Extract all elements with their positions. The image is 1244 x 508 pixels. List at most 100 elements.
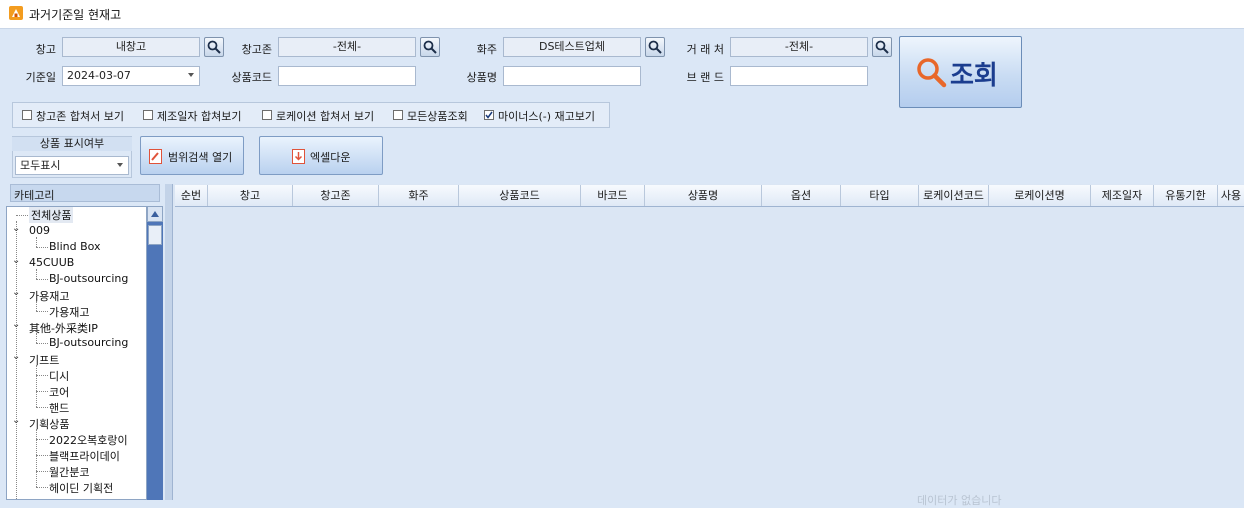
app-logo-icon [9, 6, 23, 20]
col-header-product-name[interactable]: 상품명 [645, 185, 762, 206]
category-tree[interactable]: 전체상품 ⌄ 009 Blind Box ⌄ 45CUUB BJ-outsour… [6, 206, 147, 500]
tree-item[interactable]: BJ-outsourcing [49, 336, 128, 349]
tree-line [36, 343, 48, 344]
tree-line [36, 301, 37, 311]
chevron-down-icon[interactable]: ⌄ [12, 287, 20, 298]
tree-item[interactable]: 2022오복호랑이 [49, 432, 128, 448]
option-merge-location-checkbox[interactable] [262, 110, 272, 120]
tree-item[interactable]: 코어 [49, 384, 69, 400]
col-header-product-code[interactable]: 상품코드 [459, 185, 581, 206]
tree-item-all[interactable]: 전체상품 [29, 207, 74, 223]
tree-item[interactable]: 其他-外采类IP [29, 320, 98, 336]
tree-item[interactable]: 디시 [49, 368, 69, 384]
scroll-thumb[interactable] [148, 225, 162, 245]
product-name-input[interactable] [503, 66, 641, 86]
excel-download-button[interactable]: 엑셀다운 [259, 136, 383, 175]
chevron-down-icon[interactable]: ⌄ [12, 351, 20, 362]
col-header-barcode[interactable]: 바코드 [581, 185, 645, 206]
chevron-down-icon[interactable]: ⌄ [12, 223, 20, 234]
partner-field[interactable]: -전체- [730, 37, 868, 57]
dropdown-arrow-icon[interactable] [117, 163, 123, 167]
col-header-option[interactable]: 옵션 [762, 185, 841, 206]
col-header-location-code[interactable]: 로케이션코드 [919, 185, 989, 206]
tree-line [36, 279, 48, 280]
tree-item[interactable]: 009 [29, 224, 50, 237]
excel-download-label: 엑셀다운 [310, 151, 351, 164]
product-display-select[interactable]: 모두표시 [15, 156, 129, 175]
tree-item[interactable]: 블랙프라이데이 [49, 448, 120, 464]
base-date-value: 2024-03-07 [67, 69, 131, 82]
base-date-label: 기준일 [25, 71, 56, 84]
col-header-use[interactable]: 사용 [1218, 185, 1244, 206]
option-all-products-checkbox[interactable] [393, 110, 403, 120]
option-all-products-label: 모든상품조회 [407, 110, 468, 123]
dropdown-arrow-icon[interactable] [188, 73, 194, 77]
tree-line [36, 269, 37, 279]
tree-line [36, 455, 48, 456]
warehouse-label: 창고 [35, 43, 56, 56]
zone-search-button[interactable] [420, 37, 440, 57]
option-merge-mfg-date-label: 제조일자 합쳐보기 [157, 110, 242, 123]
tree-item[interactable]: BJ-outsourcing [49, 272, 128, 285]
col-header-type[interactable]: 타입 [841, 185, 919, 206]
search-icon [917, 58, 947, 88]
category-header-label: 카테고리 [14, 189, 55, 202]
owner-search-button[interactable] [645, 37, 665, 57]
option-minus-stock-checkbox[interactable] [484, 110, 494, 120]
checkmark-icon [485, 111, 493, 119]
option-merge-location-label: 로케이션 합쳐서 보기 [276, 110, 375, 123]
partner-search-button[interactable] [872, 37, 892, 57]
tree-line [36, 487, 48, 488]
chevron-down-icon[interactable]: ⌄ [12, 319, 20, 330]
col-header-location-name[interactable]: 로케이션명 [989, 185, 1091, 206]
col-header-expiry[interactable]: 유통기한 [1154, 185, 1218, 206]
title-bar: 과거기준일 현재고 [0, 0, 1244, 29]
panel-splitter[interactable] [165, 184, 172, 500]
product-name-label: 상품명 [466, 71, 497, 84]
warehouse-search-button[interactable] [204, 37, 224, 57]
tree-line [16, 215, 28, 216]
option-minus-stock-label: 마이너스(-) 재고보기 [498, 110, 596, 123]
category-header: 카테고리 [10, 184, 160, 202]
tree-line [36, 237, 37, 247]
col-header-mfg-date[interactable]: 제조일자 [1091, 185, 1154, 206]
tree-item[interactable]: 헤이딘 기획전 [49, 480, 113, 496]
chevron-down-icon[interactable]: ⌄ [12, 255, 20, 266]
col-header-seq[interactable]: 순번 [175, 185, 208, 206]
chevron-down-icon[interactable]: ⌄ [12, 415, 20, 426]
category-scrollbar[interactable] [147, 206, 163, 500]
tree-item[interactable]: 45CUUB [29, 256, 74, 269]
tree-line [36, 365, 37, 407]
search-icon [207, 40, 221, 54]
owner-field[interactable]: DS테스트업체 [503, 37, 641, 57]
col-header-owner[interactable]: 화주 [379, 185, 459, 206]
option-merge-zone-label: 창고존 합쳐서 보기 [36, 110, 124, 123]
brand-input[interactable] [730, 66, 868, 86]
tree-item[interactable]: Blind Box [49, 240, 101, 253]
owner-label: 화주 [476, 43, 497, 56]
option-merge-mfg-date-checkbox[interactable] [143, 110, 153, 120]
tree-line [36, 311, 48, 312]
tree-item[interactable]: 핸드 [49, 400, 69, 416]
product-code-input[interactable] [278, 66, 416, 86]
search-button-label: 조회 [950, 61, 998, 91]
grid-empty-message: 데이터가 없습니다 [917, 494, 1002, 507]
tree-item[interactable]: 기프트 [29, 352, 59, 368]
tree-item[interactable]: 가용재고 [49, 304, 89, 320]
excel-download-icon [292, 149, 305, 164]
search-icon [423, 40, 437, 54]
tree-item[interactable]: 월간분코 [49, 464, 89, 480]
stock-grid[interactable] [172, 184, 1244, 500]
range-search-button[interactable]: 범위검색 열기 [140, 136, 244, 175]
scroll-up-button[interactable] [147, 206, 163, 222]
zone-field[interactable]: -전체- [278, 37, 416, 57]
base-date-picker[interactable]: 2024-03-07 [62, 66, 200, 86]
search-icon [875, 40, 889, 54]
tree-line [36, 429, 37, 487]
search-button[interactable]: 조회 [899, 36, 1022, 108]
warehouse-field[interactable]: 내창고 [62, 37, 200, 57]
col-header-zone[interactable]: 창고존 [293, 185, 379, 206]
range-search-label: 범위검색 열기 [168, 151, 233, 164]
option-merge-zone-checkbox[interactable] [22, 110, 32, 120]
col-header-warehouse[interactable]: 창고 [208, 185, 293, 206]
